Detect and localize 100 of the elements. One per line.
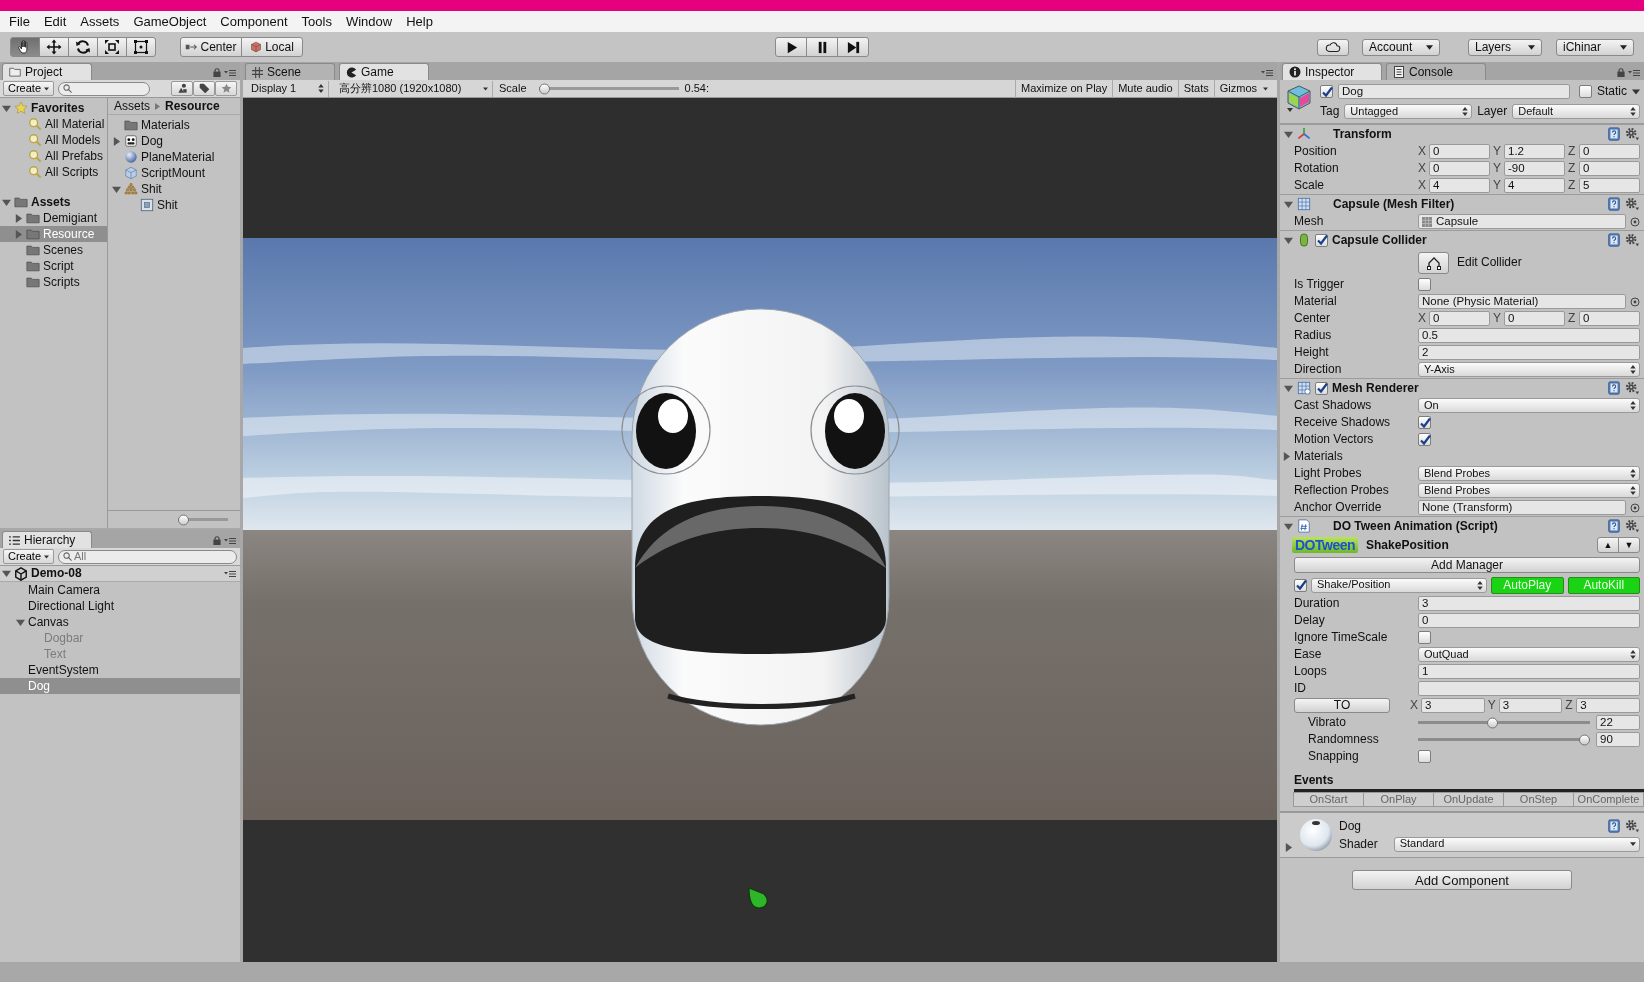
search-field[interactable]	[58, 81, 151, 96]
menu-item[interactable]: File	[2, 13, 37, 30]
panel-tab[interactable]: Project	[2, 63, 92, 80]
create-dropdown[interactable]: Create	[3, 81, 55, 96]
input-field[interactable]: 1	[1418, 664, 1640, 679]
foldout-arrow-icon[interactable]	[1284, 521, 1293, 531]
tree-item[interactable]: Script	[0, 258, 107, 274]
lock-icon[interactable]	[213, 536, 221, 545]
event-tab[interactable]: OnStep	[1503, 792, 1574, 808]
active-checkbox[interactable]	[1320, 85, 1333, 98]
lock-icon[interactable]	[1617, 68, 1625, 77]
number-field[interactable]: 4	[1429, 178, 1490, 193]
input-field[interactable]	[1418, 681, 1640, 696]
play-button[interactable]	[775, 37, 807, 57]
lock-icon[interactable]	[213, 68, 221, 77]
order-button[interactable]: ▲	[1597, 537, 1619, 553]
object-picker-icon[interactable]	[1630, 502, 1640, 513]
number-field[interactable]: 90	[1596, 732, 1640, 747]
menu-item[interactable]: GameObject	[126, 13, 214, 30]
foldout-arrow-icon[interactable]	[1282, 452, 1291, 461]
number-field[interactable]: 0	[1429, 144, 1490, 159]
menu-dropdown[interactable]: Account	[1362, 38, 1440, 56]
help-book-icon[interactable]	[1607, 819, 1621, 834]
event-tab[interactable]: OnUpdate	[1433, 792, 1504, 808]
help-book-icon[interactable]	[1607, 197, 1621, 211]
panel-menu-icon[interactable]	[1261, 69, 1273, 77]
help-book-icon[interactable]	[1607, 519, 1621, 533]
scene-menu-icon[interactable]	[224, 569, 236, 578]
menu-item[interactable]: Help	[399, 13, 440, 30]
help-book-icon[interactable]	[1607, 233, 1621, 247]
menu-item[interactable]: Window	[338, 13, 400, 30]
dropdown[interactable]: Blend Probes	[1418, 466, 1640, 481]
number-field[interactable]: 0	[1579, 311, 1640, 326]
add-component-button[interactable]: Add Component	[1352, 870, 1572, 891]
toggle-button[interactable]: Stats	[1177, 79, 1214, 98]
asset-item[interactable]: Materials	[108, 117, 240, 133]
dropdown[interactable]: On	[1418, 398, 1640, 413]
tree-item[interactable]: All Models	[0, 132, 107, 148]
layer-dropdown[interactable]: Default	[1512, 104, 1640, 119]
number-field[interactable]: -90	[1504, 161, 1565, 176]
event-tab[interactable]: OnComplete	[1573, 792, 1644, 808]
static-checkbox[interactable]	[1579, 85, 1592, 98]
tool-button[interactable]	[10, 37, 40, 57]
asset-item[interactable]: ScriptMount	[108, 165, 240, 181]
add-manager-button[interactable]: Add Manager	[1294, 557, 1640, 573]
number-field[interactable]: 0	[1579, 161, 1640, 176]
panel-tab[interactable]: Game	[339, 63, 429, 80]
input-field[interactable]: 0	[1418, 613, 1640, 628]
asset-item[interactable]: PlaneMaterial	[108, 149, 240, 165]
tag-dropdown[interactable]: Untagged	[1344, 104, 1473, 119]
panel-tab[interactable]: Scene	[245, 63, 335, 80]
foldout-arrow-icon[interactable]	[112, 184, 121, 194]
direction-button[interactable]: TO	[1294, 698, 1390, 713]
tool-button[interactable]	[68, 37, 98, 57]
foldout-label[interactable]: Materials	[1294, 449, 1343, 464]
number-field[interactable]: 3	[1421, 698, 1485, 713]
event-tab[interactable]: OnStart	[1293, 792, 1364, 808]
checkbox[interactable]	[1418, 416, 1431, 429]
tree-item[interactable]: All Prefabs	[0, 148, 107, 164]
number-field[interactable]: 1.2	[1504, 144, 1565, 159]
order-button[interactable]: ▼	[1618, 537, 1640, 553]
dropdown[interactable]: OutQuad	[1418, 647, 1640, 662]
breadcrumb-item[interactable]: Assets	[114, 98, 150, 114]
hierarchy-item[interactable]: Canvas	[0, 614, 240, 630]
tool-button[interactable]	[126, 37, 156, 57]
tree-item[interactable]: Demigiant	[0, 210, 107, 226]
shader-dropdown[interactable]: Standard	[1393, 836, 1640, 852]
search-field[interactable]: All	[58, 549, 237, 564]
hierarchy-item[interactable]: Directional Light	[0, 598, 240, 614]
foldout-arrow-icon[interactable]	[2, 569, 11, 578]
animation-type-dropdown[interactable]: Shake/Position	[1311, 577, 1487, 593]
menu-item[interactable]: Assets	[73, 13, 127, 30]
menu-item[interactable]: Edit	[36, 13, 74, 30]
dropdown[interactable]: Blend Probes	[1418, 483, 1640, 498]
caret-icon[interactable]	[1632, 88, 1640, 95]
name-field[interactable]: Dog	[1338, 84, 1570, 99]
menu-item[interactable]: Component	[213, 13, 295, 30]
panel-menu-icon[interactable]	[224, 536, 236, 545]
help-book-icon[interactable]	[1607, 381, 1621, 395]
toggle-button[interactable]: Local	[241, 37, 303, 57]
number-field[interactable]: 0	[1429, 161, 1490, 176]
input-field[interactable]: 3	[1418, 596, 1640, 611]
number-field[interactable]: 5	[1579, 178, 1640, 193]
asset-item[interactable]: Dog	[108, 133, 240, 149]
number-field[interactable]: 3	[1576, 698, 1640, 713]
object-picker-icon[interactable]	[1630, 216, 1640, 227]
object-picker-icon[interactable]	[1630, 296, 1640, 307]
panel-tab[interactable]: Console	[1386, 63, 1486, 80]
panel-menu-icon[interactable]	[224, 68, 236, 77]
resolution-dropdown[interactable]: 高分辨1080 (1920x1080)	[335, 80, 493, 97]
breadcrumb-item[interactable]: Resource	[165, 98, 220, 114]
number-field[interactable]: 0	[1504, 311, 1565, 326]
checkbox[interactable]	[1418, 278, 1431, 291]
foldout-arrow-icon[interactable]	[1284, 129, 1293, 139]
toggle-button[interactable]: Maximize on Play	[1015, 79, 1113, 98]
gear-icon[interactable]	[1625, 381, 1640, 395]
toggle-button[interactable]: Mute audio	[1112, 79, 1178, 98]
foldout-arrow-icon[interactable]	[14, 213, 23, 223]
filter-button[interactable]	[171, 81, 193, 96]
input-field[interactable]: 0.5	[1418, 328, 1640, 343]
